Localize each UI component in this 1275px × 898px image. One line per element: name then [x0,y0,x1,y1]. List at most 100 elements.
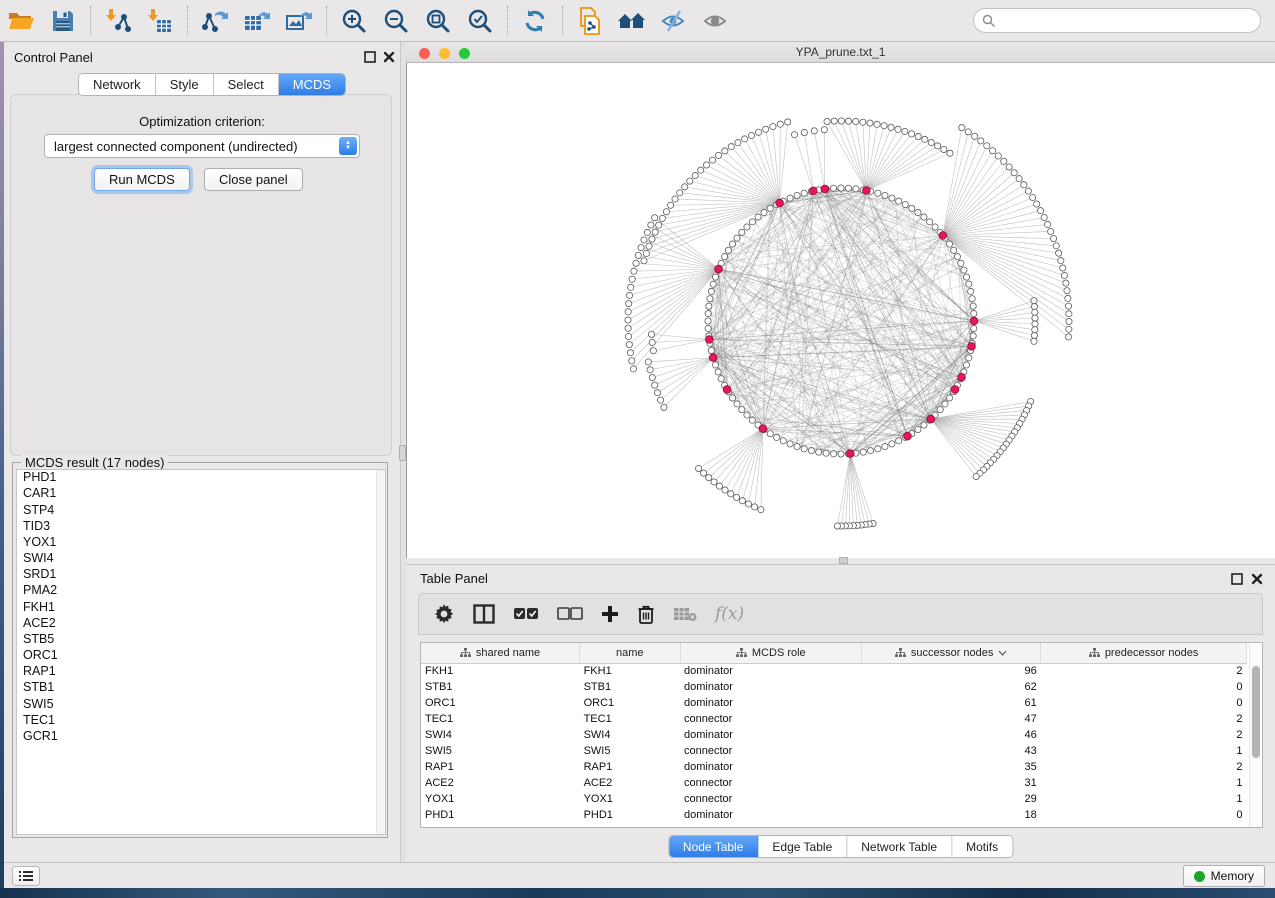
cell-role[interactable]: connector [680,791,862,807]
cell-role[interactable]: connector [680,711,862,727]
cell-predecessors[interactable]: 1 [1041,743,1247,759]
network-node[interactable] [707,296,713,302]
cell-role[interactable]: dominator [680,727,862,743]
network-node[interactable] [882,443,888,449]
delete-table-icon[interactable] [673,606,697,622]
cell-successors[interactable]: 96 [862,663,1041,679]
tab-select[interactable]: Select [214,74,279,95]
network-node[interactable] [915,133,921,139]
network-node[interactable] [703,162,709,168]
network-node[interactable] [801,446,807,452]
network-node[interactable] [808,448,814,454]
mcds-dominator-node[interactable] [715,265,723,273]
network-node[interactable] [625,325,631,331]
network-node[interactable] [1011,170,1017,176]
table-row[interactable]: ORC1ORC1dominator610 [421,695,1247,711]
network-node[interactable] [708,288,714,294]
network-node[interactable] [838,185,844,191]
network-node[interactable] [860,119,866,125]
network-node[interactable] [875,190,881,196]
network-node[interactable] [729,241,735,247]
network-node[interactable] [770,123,776,129]
mcds-dominator-node[interactable] [759,425,767,433]
table-row[interactable]: YOX1YOX1connector291 [421,791,1247,807]
network-node[interactable] [1060,265,1066,271]
network-node[interactable] [973,473,979,479]
network-node[interactable] [742,136,748,142]
network-node[interactable] [838,118,844,124]
network-node[interactable] [638,244,644,250]
cell-role[interactable]: connector [680,743,862,759]
network-node[interactable] [1031,338,1037,344]
network-node[interactable] [649,236,655,242]
network-node[interactable] [712,274,718,280]
cell-role[interactable]: dominator [680,679,862,695]
import-table-icon[interactable] [143,4,177,38]
mcds-dominator-node[interactable] [939,232,947,240]
network-node[interactable] [882,192,888,198]
tab-network[interactable]: Network [79,74,156,95]
network-node[interactable] [1030,194,1036,200]
cell-shared_name[interactable]: ACE2 [421,775,580,791]
network-node[interactable] [821,127,827,133]
delete-column-icon[interactable] [637,604,655,624]
network-node[interactable] [748,132,754,138]
network-node[interactable] [1031,303,1037,309]
network-node[interactable] [834,523,840,529]
network-node[interactable] [725,247,731,253]
network-node[interactable] [966,281,972,287]
network-node[interactable] [710,281,716,287]
network-node[interactable] [1064,288,1070,294]
network-node[interactable] [902,201,908,207]
network-node[interactable] [652,382,658,388]
network-node[interactable] [935,143,941,149]
network-node[interactable] [937,407,943,413]
tab-mcds[interactable]: MCDS [279,74,345,95]
cell-predecessors[interactable]: 0 [1041,679,1247,695]
function-builder-icon[interactable]: f(x) [715,604,744,624]
network-node[interactable] [1053,243,1059,249]
network-node[interactable] [874,121,880,127]
network-node[interactable] [626,292,632,298]
network-node[interactable] [677,190,683,196]
network-node[interactable] [695,465,701,471]
network-node[interactable] [715,152,721,158]
network-node[interactable] [1041,214,1047,220]
network-node[interactable] [1034,201,1040,207]
network-node[interactable] [990,148,996,154]
cell-name[interactable]: SWI5 [580,743,680,759]
network-node[interactable] [932,224,938,230]
cell-name[interactable]: RAP1 [580,759,680,775]
network-node[interactable] [908,131,914,137]
network-node[interactable] [881,123,887,129]
network-node[interactable] [755,129,761,135]
cell-predecessors[interactable]: 0 [1041,807,1247,823]
tab-motifs[interactable]: Motifs [952,836,1012,857]
network-node[interactable] [630,366,636,372]
network-node[interactable] [954,254,960,260]
close-panel-icon[interactable] [383,51,395,63]
cell-predecessors[interactable]: 1 [1041,791,1247,807]
network-node[interactable] [649,374,655,380]
network-node[interactable] [706,303,712,309]
network-node[interactable] [705,310,711,316]
network-node[interactable] [718,376,724,382]
network-node[interactable] [971,310,977,316]
cell-shared_name[interactable]: STB1 [421,679,580,695]
search-input[interactable] [973,8,1261,33]
close-panel-icon[interactable] [1251,573,1263,585]
cell-successors[interactable]: 35 [862,759,1041,775]
save-session-icon[interactable] [46,4,80,38]
import-network-icon[interactable] [101,4,135,38]
mcds-dominator-node[interactable] [810,187,818,195]
network-node[interactable] [627,350,633,356]
network-node[interactable] [667,202,673,208]
cell-name[interactable]: SWI4 [580,727,680,743]
network-node[interactable] [811,128,817,134]
cell-shared_name[interactable]: TEC1 [421,711,580,727]
mcds-dominator-node[interactable] [709,354,717,362]
network-node[interactable] [722,487,728,493]
network-node[interactable] [1066,318,1072,324]
network-node[interactable] [970,303,976,309]
export-image-icon[interactable] [282,4,316,38]
